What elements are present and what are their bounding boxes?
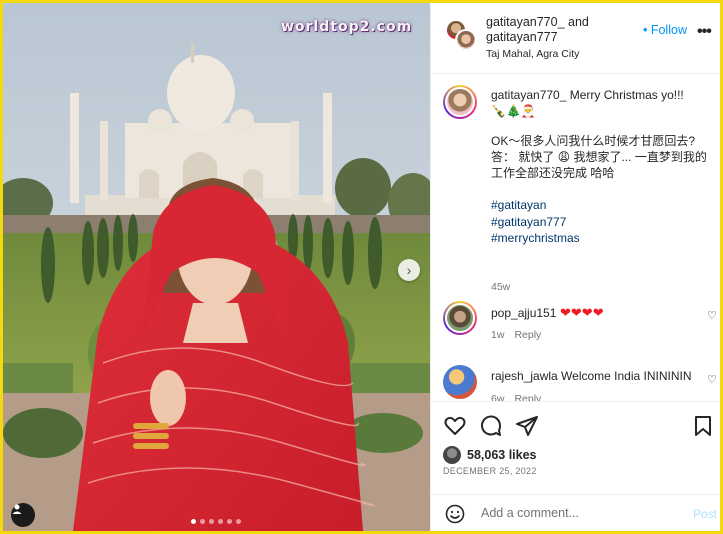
tagged-users-button[interactable] bbox=[11, 503, 35, 527]
comment-text: rajesh_jawla Welcome India ININININ bbox=[491, 369, 692, 383]
hashtag-link[interactable]: #gatitayan777 bbox=[491, 214, 716, 231]
collab-avatars[interactable] bbox=[445, 19, 477, 51]
screenshot-frame: worldtop2.com › gatitayan770_ and gatita… bbox=[0, 0, 723, 534]
caption-line-2: OK～很多人问我什么时候才甘愿回去? bbox=[491, 134, 696, 148]
follow-button[interactable]: • Follow bbox=[643, 23, 687, 37]
post-date: DECEMBER 25, 2022 bbox=[443, 466, 537, 476]
comment-body: ❤❤❤❤ bbox=[556, 305, 604, 320]
comment-username[interactable]: pop_ajju151 bbox=[491, 306, 556, 320]
hashtag-list: #gatitayan #gatitayan777 #merrychristmas bbox=[491, 197, 716, 247]
comment-meta: 1w Reply bbox=[491, 329, 551, 341]
post-location[interactable]: Taj Mahal, Agra City bbox=[486, 48, 579, 60]
like-comment-icon[interactable]: ♡ bbox=[707, 373, 717, 386]
user-tag-icon bbox=[12, 504, 22, 514]
post-comment-button[interactable]: Post bbox=[693, 507, 717, 521]
caption-line-1: Merry Christmas yo!!! bbox=[566, 88, 684, 102]
avatar[interactable] bbox=[443, 85, 477, 119]
comments-section[interactable]: gatitayan770_ Merry Christmas yo!!! 🍾🎄🎅 … bbox=[431, 75, 720, 401]
carousel-dot bbox=[236, 519, 241, 524]
reply-button[interactable]: Reply bbox=[514, 329, 541, 341]
comment-meta: 6w Reply bbox=[491, 393, 551, 401]
taj-mahal-photo bbox=[3, 3, 430, 531]
avatar[interactable] bbox=[455, 29, 477, 51]
caption-emojis: 🍾🎄🎅 bbox=[491, 104, 536, 118]
post-actions: 58,063 likes DECEMBER 25, 2022 bbox=[431, 401, 720, 494]
comment-text: pop_ajju151 ❤❤❤❤ bbox=[491, 305, 604, 321]
chevron-right-icon: › bbox=[406, 262, 412, 278]
caption-username[interactable]: gatitayan770_ bbox=[491, 88, 566, 102]
share-icon[interactable] bbox=[515, 414, 539, 438]
comment-timestamp: 6w bbox=[491, 393, 505, 401]
bookmark-icon[interactable] bbox=[691, 414, 715, 438]
carousel-dot bbox=[200, 519, 205, 524]
avatar[interactable] bbox=[443, 365, 477, 399]
comment-icon[interactable] bbox=[479, 414, 503, 438]
and-text: and bbox=[564, 15, 589, 29]
like-comment-icon[interactable]: ♡ bbox=[707, 309, 717, 322]
comment-username[interactable]: rajesh_jawla bbox=[491, 369, 558, 383]
hashtag-link[interactable]: #gatitayan bbox=[491, 197, 716, 214]
post-details-panel: gatitayan770_ and gatitayan777 Taj Mahal… bbox=[430, 3, 720, 531]
avatar[interactable] bbox=[443, 301, 477, 335]
post-media[interactable]: worldtop2.com › bbox=[3, 3, 430, 531]
carousel-dots bbox=[191, 519, 241, 524]
heart-icon[interactable] bbox=[443, 414, 467, 438]
author-username-2[interactable]: gatitayan777 bbox=[486, 30, 558, 44]
caption-line-3: 答： 就快了 😩 我想家了... 一直梦到我的工作全部还没完成 哈哈 bbox=[491, 150, 707, 180]
likes-count: 58,063 likes bbox=[467, 448, 537, 462]
post-header: gatitayan770_ and gatitayan777 Taj Mahal… bbox=[431, 3, 720, 74]
carousel-dot bbox=[191, 519, 196, 524]
more-options-icon[interactable]: ••• bbox=[697, 23, 712, 41]
comment-body: Welcome India ININININ bbox=[557, 369, 692, 383]
caption-timestamp: 45w bbox=[491, 281, 511, 293]
caption-text: gatitayan770_ Merry Christmas yo!!! 🍾🎄🎅 … bbox=[491, 87, 716, 247]
comment-timestamp: 1w bbox=[491, 329, 505, 341]
avatar bbox=[443, 446, 461, 464]
next-image-button[interactable]: › bbox=[398, 259, 420, 281]
author-username-1[interactable]: gatitayan770_ bbox=[486, 15, 565, 29]
action-icons bbox=[443, 414, 715, 440]
carousel-dot bbox=[209, 519, 214, 524]
watermark-text: worldtop2.com bbox=[281, 19, 413, 35]
carousel-dot bbox=[227, 519, 232, 524]
likes-summary[interactable]: 58,063 likes bbox=[443, 446, 537, 464]
comment-input[interactable] bbox=[481, 503, 671, 523]
carousel-dot bbox=[218, 519, 223, 524]
hashtag-link[interactable]: #merrychristmas bbox=[491, 230, 716, 247]
add-comment-bar: Post bbox=[431, 494, 720, 531]
post-authors: gatitayan770_ and gatitayan777 bbox=[486, 15, 589, 45]
reply-button[interactable]: Reply bbox=[514, 393, 541, 401]
emoji-icon[interactable] bbox=[445, 504, 465, 524]
